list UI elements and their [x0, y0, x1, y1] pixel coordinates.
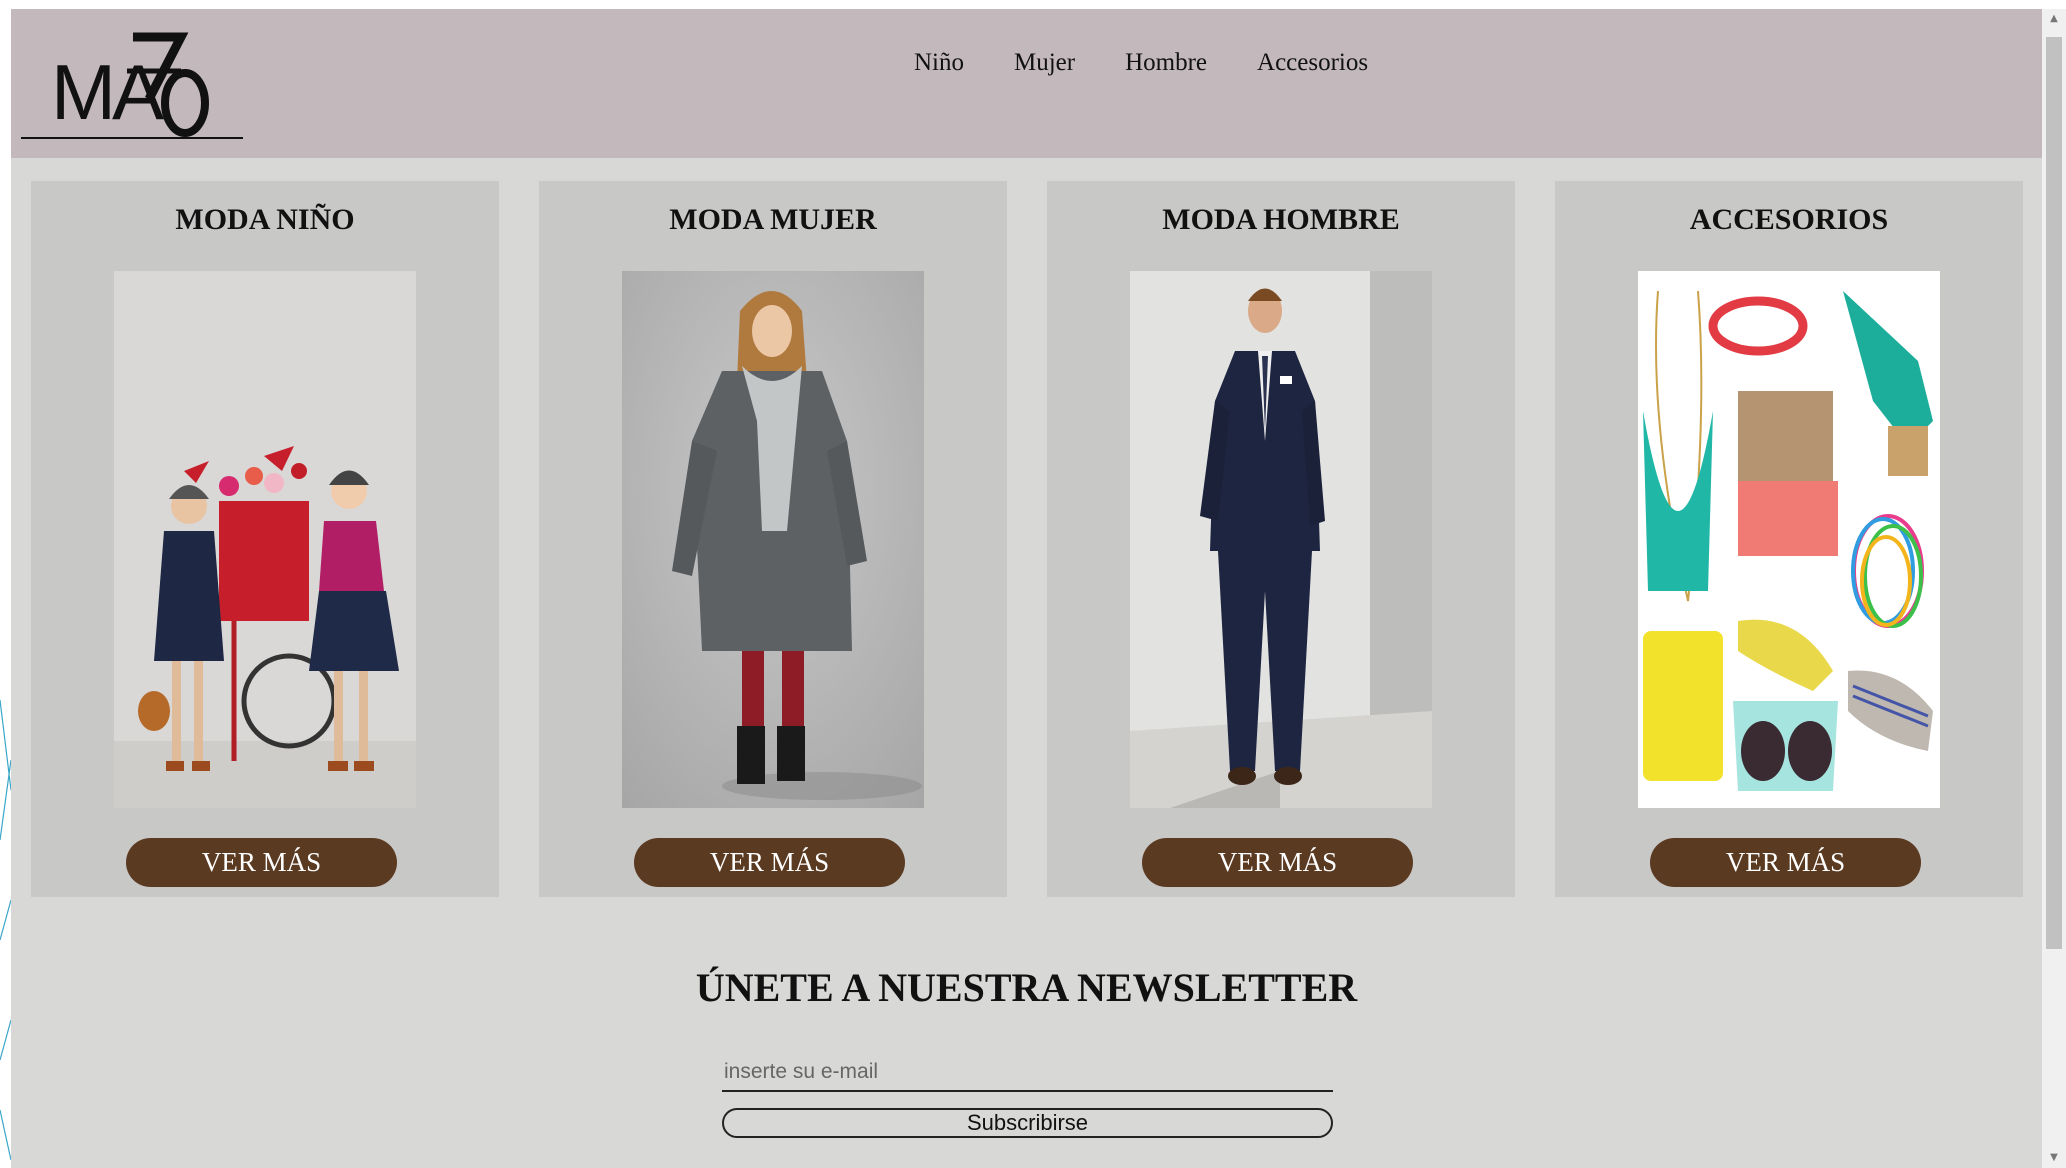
ver-mas-button[interactable]: VER MÁS — [1142, 838, 1413, 887]
card-title: MODA NIÑO — [175, 203, 355, 236]
nav-item-hombre[interactable]: Hombre — [1125, 49, 1207, 77]
men-suit-image[interactable] — [1130, 271, 1432, 808]
email-input[interactable] — [722, 1054, 1333, 1092]
subscribe-button[interactable]: Subscribirse — [722, 1108, 1333, 1138]
main-nav: Niño Mujer Hombre Accesorios — [914, 49, 1368, 77]
category-card-hombre: MODA HOMBRE VER MÁS — [1047, 181, 1515, 897]
decorative-lines — [0, 699, 11, 1161]
accessories-image[interactable] — [1638, 271, 1940, 808]
category-card-accesorios: ACCESORIOS VER MÁS — [1555, 181, 2023, 897]
card-title: MODA HOMBRE — [1162, 203, 1400, 236]
ver-mas-button[interactable]: VER MÁS — [126, 838, 397, 887]
newsletter-title: ÚNETE A NUESTRA NEWSLETTER — [695, 965, 1358, 1010]
brand-logo[interactable]: MA — [21, 23, 245, 143]
vertical-scrollbar[interactable]: ▲ ▼ — [2042, 9, 2066, 1168]
card-title: ACCESORIOS — [1689, 203, 1889, 236]
nav-item-mujer[interactable]: Mujer — [1014, 49, 1075, 77]
page-viewport: MA Niño Mujer Hombre Accesorios MODA NIÑ… — [11, 9, 2042, 1168]
nav-item-nino[interactable]: Niño — [914, 49, 964, 77]
svg-text:MA: MA — [51, 48, 164, 136]
ver-mas-button[interactable]: VER MÁS — [1650, 838, 1921, 887]
scrollbar-thumb[interactable] — [2046, 37, 2062, 949]
women-coat-image[interactable] — [622, 271, 924, 808]
kids-fashion-image[interactable] — [114, 271, 416, 808]
nav-item-accesorios[interactable]: Accesorios — [1257, 49, 1368, 77]
site-header: MA Niño Mujer Hombre Accesorios — [11, 9, 2042, 158]
category-card-nino: MODA NIÑO VER MÁS — [31, 181, 499, 897]
ver-mas-button[interactable]: VER MÁS — [634, 838, 905, 887]
card-title: MODA MUJER — [669, 203, 877, 236]
category-card-mujer: MODA MUJER VER MÁS — [539, 181, 1007, 897]
scroll-down-arrow-icon[interactable]: ▼ — [2042, 1148, 2066, 1168]
scroll-up-arrow-icon[interactable]: ▲ — [2042, 9, 2066, 29]
